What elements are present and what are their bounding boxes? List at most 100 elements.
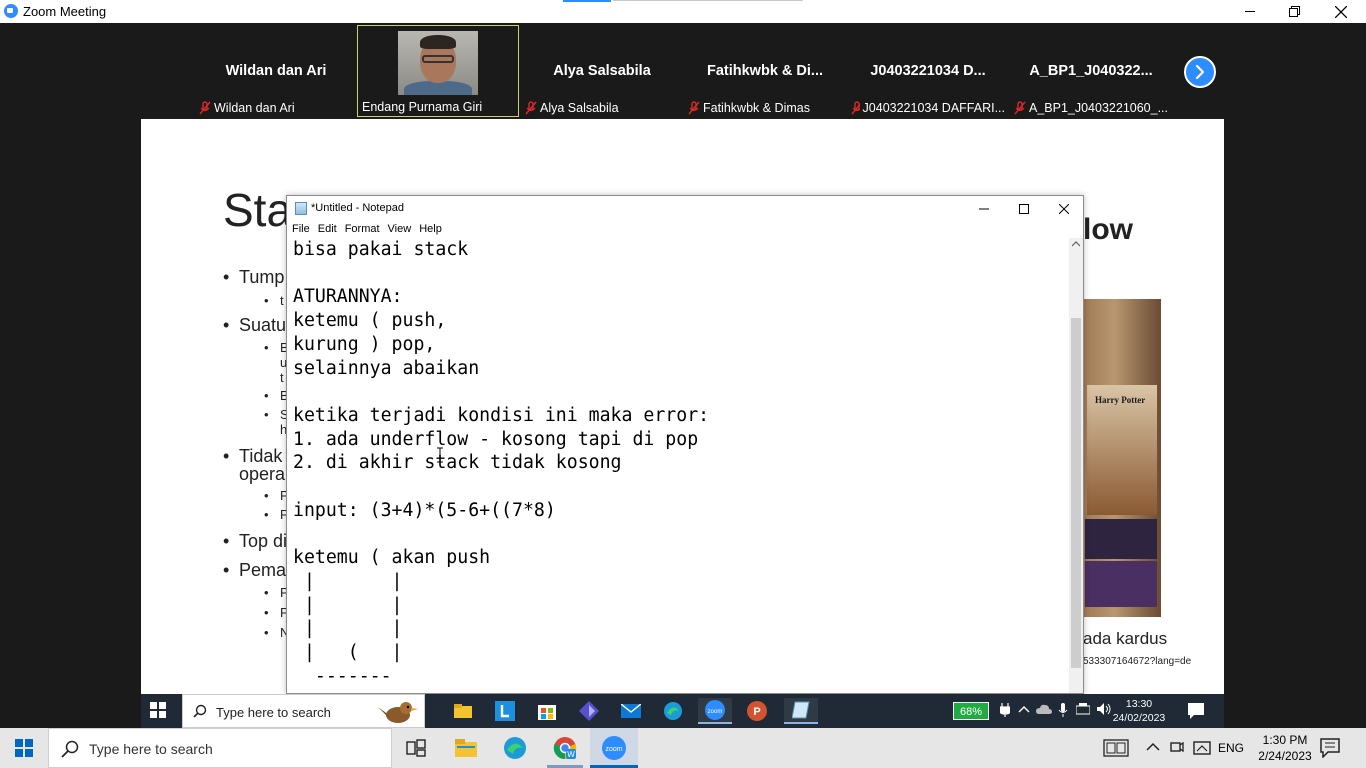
keyboard-layout-icon[interactable] [1103,739,1129,757]
slide-bullet: Pema [223,560,286,581]
zoom-app-icon [4,4,18,18]
action-center-icon[interactable] [1320,738,1340,758]
participant-gallery: Wildan dan Ari Wildan dan Ari Endang Pur… [0,23,1366,119]
clock-time: 1:30 PM [1262,733,1308,747]
minimize-button[interactable] [1227,0,1273,23]
participant-tile[interactable]: Alya Salsabila Alya Salsabila [521,25,683,117]
file-explorer-taskbar-button[interactable] [442,728,490,768]
notepad-menubar: File Edit Format View Help [287,222,1083,238]
network-wifi-icon[interactable] [1193,739,1211,757]
chevron-up-icon[interactable] [1146,742,1160,752]
window-title: Zoom Meeting [23,4,107,19]
menu-file[interactable]: File [292,222,315,238]
participant-video [398,31,478,95]
taskbar-search-box[interactable]: Type here to search [48,728,392,768]
participant-name: Wildan dan Ari [214,101,295,115]
participant-label: Wildan dan Ari [199,101,353,115]
notepad-titlebar[interactable]: *Untitled - Notepad [287,196,1083,222]
edge-icon [504,737,526,759]
slide-bullet: t [266,293,284,308]
slide-bullet: Tump [223,267,284,288]
powerpoint-app: P [740,698,774,724]
svg-text:P: P [753,706,760,718]
notepad-minimize-button[interactable] [964,196,1004,222]
chevron-right-icon [1195,65,1205,79]
participant-tile[interactable]: Wildan dan Ari Wildan dan Ari [195,25,357,117]
svg-text:zoom: zoom [708,709,723,715]
edge-taskbar-button[interactable] [491,728,539,768]
participant-label: Fatihkwbk & Dimas [688,101,842,115]
powerpoint-icon: P [747,701,767,721]
participant-label: Endang Purnama Giri [362,100,514,114]
language-indicator[interactable]: ENG [1218,741,1244,755]
taskbar-clock[interactable]: 1:30 PM 2/24/2023 [1254,732,1316,764]
menu-edit[interactable]: Edit [318,222,342,238]
slide-title: Sta [223,184,293,236]
notepad-maximize-button[interactable] [1004,196,1044,222]
mail-icon [621,704,641,718]
participant-tile-active-speaker[interactable]: Endang Purnama Giri [357,25,519,117]
zoom-titlebar: Zoom Meeting [0,0,1366,23]
participant-label: A_BP1_J0403221060_... [1014,101,1168,115]
task-view-button[interactable] [392,728,440,768]
mic-muted-icon [199,101,211,115]
slide-bullet-continuation: t [280,370,284,385]
edge-icon [664,702,682,720]
close-button[interactable] [1318,0,1364,23]
menu-format[interactable]: Format [345,222,385,238]
participant-tile[interactable]: Fatihkwbk & Di... Fatihkwbk & Dimas [684,25,846,117]
zoom-icon: zoom [705,700,725,720]
slide-caption: ada kardus [1083,629,1168,648]
menu-view[interactable]: View [388,222,417,238]
scroll-up-icon[interactable] [1072,241,1080,247]
notepad-window: *Untitled - Notepad File Edit Format Vie… [286,195,1084,694]
participant-display-name: Fatihkwbk & Di... [706,63,823,79]
lync-app [488,698,522,724]
windows-start-icon [150,702,166,718]
participant-name: Endang Purnama Giri [362,100,483,114]
media-app [572,698,606,724]
shared-time: 13:30 [1125,698,1153,710]
shared-date: 24/02/2023 [1112,712,1166,724]
start-button[interactable] [0,728,48,768]
power-plug-icon [1000,703,1010,717]
participant-tile[interactable]: J0403221034 D... J0403221034 DAFFARI... [847,25,1009,117]
participant-tile[interactable]: A_BP1_J040322... A_BP1_J0403221060_... [1010,25,1172,117]
restore-icon [1289,5,1300,17]
shared-search-placeholder: Type here to search [216,705,331,720]
notepad-title: *Untitled - Notepad [311,202,404,214]
scrollbar-thumb[interactable] [1071,318,1081,668]
mic-muted-icon [851,101,860,115]
participant-display-name: Wildan dan Ari [225,63,327,79]
notepad-text-area[interactable]: bisa pakai stack ATURANNYA: ketemu ( pus… [293,238,1069,693]
sharing-indicator [563,0,611,2]
taskbar: Type here to search W zoom ENG 1:30 PM 2… [0,728,1366,768]
l-app-icon [495,701,515,721]
slide-bullet: Top di [223,531,287,552]
slide-bullet: Suatu [223,315,286,336]
menu-help[interactable]: Help [419,222,447,238]
notepad-scrollbar[interactable] [1069,238,1083,693]
participant-display-name: A_BP1_J040322... [1029,63,1153,79]
task-view-icon [406,739,426,757]
search-icon [193,704,207,718]
windows-logo-icon [15,739,33,757]
chevron-up-icon [1018,706,1030,713]
restore-button[interactable] [1272,0,1318,23]
shared-desktop-taskbar: Type here to search zoom P 68% 13:30 24/… [141,694,1224,728]
zoom-tray-icon[interactable] [1170,739,1184,757]
slide-photo: Harry Potter [1083,299,1161,617]
minimize-icon [979,208,989,210]
participant-name: Alya Salsabila [540,101,619,115]
cloud-icon [1036,704,1052,714]
media-player-icon [579,701,599,721]
zoom-icon: zoom [602,736,626,760]
chrome-taskbar-button[interactable]: W [541,728,589,768]
edge-app [656,698,690,724]
microphone-icon [1058,703,1068,717]
folder-icon [455,739,477,757]
network-icon [1076,703,1090,715]
next-page-button[interactable] [1184,56,1216,88]
notepad-close-button[interactable] [1044,196,1083,222]
zoom-taskbar-button[interactable]: zoom [590,728,638,768]
